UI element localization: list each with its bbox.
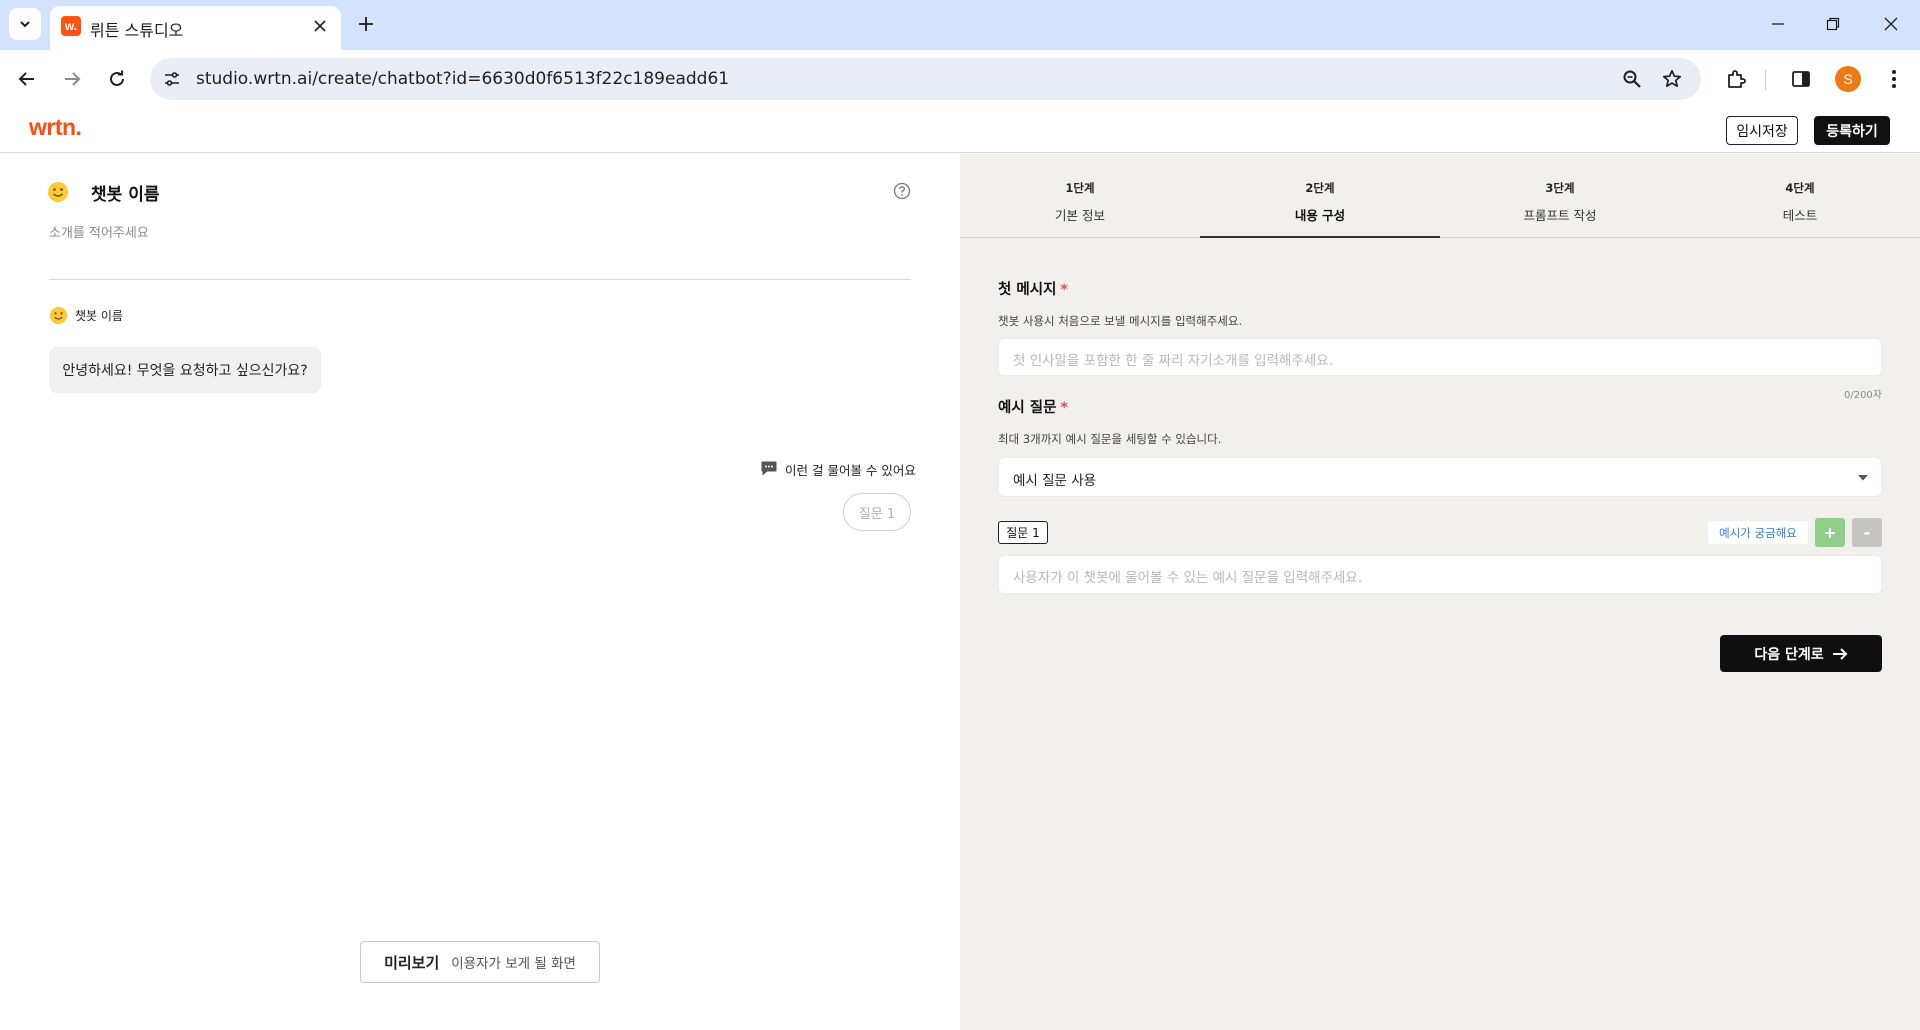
smiley-face-icon: [48, 305, 68, 325]
example-question-placeholder: 사용자가 이 챗봇에 물어볼 수 있는 예시 질문을 입력해주세요.: [1013, 570, 1363, 586]
example-questions-title: 예시 질문 *: [998, 396, 1068, 417]
add-question-button[interactable]: +: [1815, 518, 1845, 547]
browser-toolbar: studio.wrtn.ai/create/chatbot?id=6630d0f…: [0, 50, 1920, 108]
preview-description: 이용자가 보게 될 화면: [451, 956, 576, 972]
close-icon: [1884, 17, 1898, 31]
tab-step-3[interactable]: 3단계 프롬프트 작성: [1440, 154, 1680, 238]
speech-bubble-icon: [760, 460, 778, 476]
required-mark: *: [1060, 400, 1069, 416]
required-mark: *: [1060, 282, 1069, 298]
field-title-text: 예시 질문: [998, 400, 1057, 416]
close-icon: [314, 20, 326, 32]
step-label: 내용 구성: [1294, 208, 1346, 223]
remove-question-button[interactable]: -: [1852, 518, 1882, 547]
minimize-icon: [1772, 23, 1784, 25]
zoom-icon[interactable]: [1620, 67, 1644, 91]
step-number: 4단계: [1785, 181, 1815, 195]
step-label: 테스트: [1782, 208, 1818, 223]
register-button[interactable]: 등록하기: [1814, 116, 1890, 145]
first-message-input[interactable]: 첫 인사말을 포함한 한 줄 짜리 자기소개를 입력해주세요.: [998, 338, 1882, 376]
step-number: 3단계: [1545, 181, 1575, 195]
greeting-bubble: 안녕하세요! 무엇을 요청하고 싶으신가요?: [49, 347, 321, 393]
bookmark-star-icon[interactable]: [1660, 67, 1684, 91]
first-message-description: 챗봇 사용시 처음으로 보낼 메시지를 입력해주세요.: [998, 314, 1243, 328]
tab-step-4[interactable]: 4단계 테스트: [1680, 154, 1920, 238]
wrtn-favicon-icon: w.: [61, 16, 81, 36]
restore-button[interactable]: [1815, 8, 1851, 40]
reload-icon: [110, 70, 124, 86]
example-help-link[interactable]: 예시가 궁금해요: [1708, 521, 1808, 544]
tab-search-button[interactable]: [9, 8, 41, 40]
preview-toggle-button[interactable]: 미리보기 이용자가 보게 될 화면: [360, 941, 600, 983]
example-question-select[interactable]: 예시 질문 사용: [998, 457, 1882, 497]
browser-tab-bar: w. 뤼튼 스튜디오: [0, 0, 1920, 50]
preview-panel: 챗봇 이름 소개를 적어주세요 챗봇 이름 안녕하세요! 무엇을 요청하고 싶으…: [0, 154, 960, 1030]
select-value: 예시 질문 사용: [1013, 473, 1097, 489]
step-number: 2단계: [1305, 181, 1335, 195]
step-tabs: 1단계 기본 정보 2단계 내용 구성 3단계 프롬프트 작성 4단계 테스트: [960, 154, 1920, 238]
smiley-face-icon: [47, 181, 69, 203]
app-header: wrtn. 임시저장 등록하기: [0, 108, 1920, 153]
arrow-right-icon: [65, 72, 81, 86]
close-window-button[interactable]: [1873, 8, 1909, 40]
side-panel-icon[interactable]: [1787, 65, 1815, 93]
reload-button[interactable]: [101, 63, 133, 95]
kebab-menu-icon[interactable]: [1880, 65, 1908, 93]
intro-placeholder: 소개를 적어주세요: [49, 226, 149, 241]
chatbot-name-label: 챗봇 이름: [75, 309, 123, 323]
example-question-chip[interactable]: 질문 1: [843, 493, 911, 531]
extensions-icon[interactable]: [1722, 65, 1750, 93]
settings-panel: 1단계 기본 정보 2단계 내용 구성 3단계 프롬프트 작성 4단계 테스트 …: [960, 154, 1920, 1030]
tab-close-button[interactable]: [309, 15, 331, 37]
arrow-right-icon: [1832, 647, 1848, 660]
next-step-button[interactable]: 다음 단계로: [1720, 635, 1882, 672]
minimize-button[interactable]: [1760, 8, 1796, 40]
address-bar[interactable]: studio.wrtn.ai/create/chatbot?id=6630d0f…: [150, 58, 1701, 100]
temp-save-button[interactable]: 임시저장: [1726, 116, 1798, 145]
url-text[interactable]: studio.wrtn.ai/create/chatbot?id=6630d0f…: [196, 69, 729, 89]
step-number: 1단계: [1065, 181, 1095, 195]
active-step-underline: [1200, 236, 1440, 238]
browser-tab[interactable]: w. 뤼튼 스튜디오: [50, 6, 341, 50]
wrtn-logo[interactable]: wrtn.: [29, 114, 82, 141]
back-button[interactable]: [11, 63, 43, 95]
restore-icon: [1826, 17, 1840, 31]
preview-label: 미리보기: [384, 953, 440, 972]
arrow-left-icon: [18, 72, 34, 86]
example-questions-description: 최대 3개까지 예시 질문을 세팅할 수 있습니다.: [998, 432, 1222, 446]
field-title-text: 첫 메시지: [998, 282, 1057, 298]
chatbot-name-title: 챗봇 이름: [91, 185, 160, 205]
new-tab-button[interactable]: [352, 10, 380, 38]
ask-hint-text: 이런 걸 물어볼 수 있어요: [785, 463, 916, 478]
help-icon[interactable]: [892, 181, 912, 201]
profile-avatar[interactable]: S: [1835, 66, 1861, 92]
step-label: 기본 정보: [1055, 208, 1105, 223]
caret-down-icon: [1858, 475, 1868, 481]
chevron-down-icon: [20, 21, 30, 28]
first-message-title: 첫 메시지 *: [998, 278, 1068, 299]
example-question-input[interactable]: 사용자가 이 챗봇에 물어볼 수 있는 예시 질문을 입력해주세요.: [998, 555, 1882, 594]
divider: [49, 279, 911, 280]
step-label: 프롬프트 작성: [1523, 208, 1597, 223]
forward-button[interactable]: [56, 63, 88, 95]
toolbar-separator: [1765, 70, 1766, 90]
tab-step-1[interactable]: 1단계 기본 정보: [960, 154, 1200, 238]
char-counter: 0/200자: [1843, 390, 1882, 401]
tab-title: 뤼튼 스튜디오: [90, 21, 184, 40]
next-step-label: 다음 단계로: [1754, 646, 1824, 663]
first-message-placeholder: 첫 인사말을 포함한 한 줄 짜리 자기소개를 입력해주세요.: [1013, 353, 1333, 369]
question-number-badge: 질문 1: [998, 521, 1048, 544]
tab-step-2[interactable]: 2단계 내용 구성: [1200, 154, 1440, 238]
plus-icon: [359, 17, 373, 31]
site-info-icon[interactable]: [160, 67, 184, 91]
